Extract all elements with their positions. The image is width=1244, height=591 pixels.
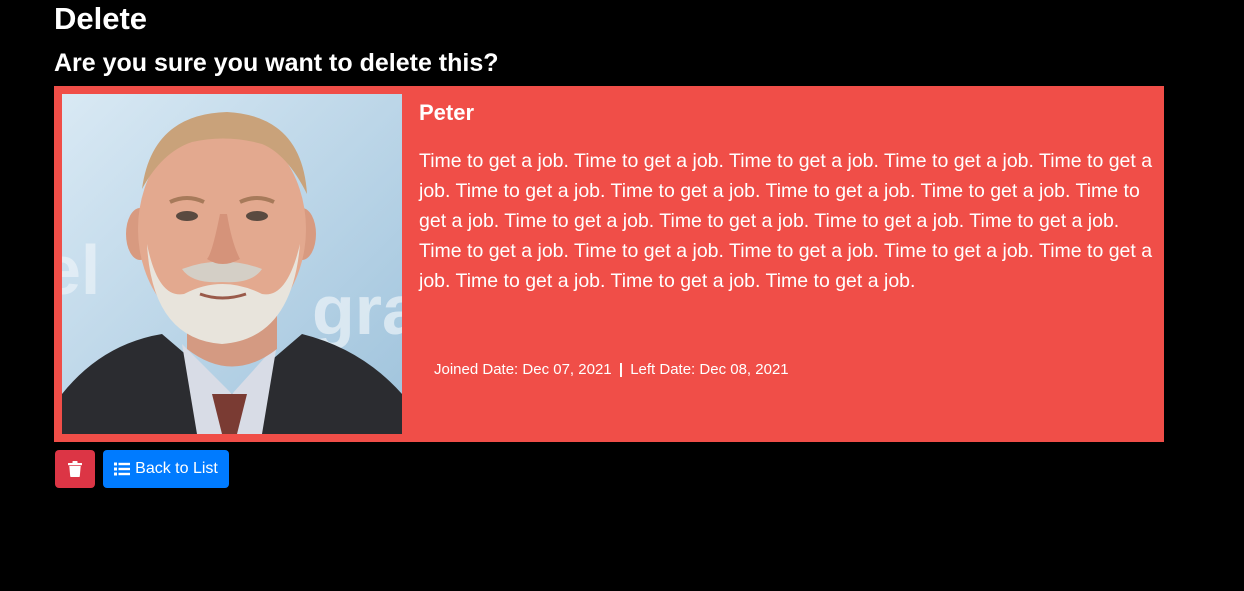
person-photo-image: gra el — [62, 94, 402, 434]
svg-text:gra: gra — [312, 271, 402, 349]
left-date-value: Dec 08, 2021 — [699, 361, 789, 378]
page: Delete Are you sure you want to delete t… — [0, 0, 1244, 591]
person-bio: Time to get a job. Time to get a job. Ti… — [419, 150, 1153, 292]
person-details: Peter Time to get a job. Time to get a j… — [419, 98, 1154, 296]
back-to-list-button[interactable]: Back to List — [103, 450, 229, 488]
joined-date-value: Dec 07, 2021 — [522, 361, 612, 378]
date-separator: | — [618, 361, 624, 378]
page-subtitle: Are you sure you want to delete this? — [54, 49, 499, 77]
date-info: Joined Date: Dec 07, 2021 | Left Date: D… — [434, 360, 789, 380]
person-photo: gra el — [62, 94, 402, 434]
svg-text:el: el — [62, 231, 100, 309]
joined-date-label: Joined Date: — [434, 361, 519, 378]
back-to-list-label: Back to List — [135, 460, 218, 477]
delete-button[interactable] — [55, 450, 95, 488]
person-name: Peter — [419, 100, 475, 125]
trash-icon — [68, 461, 82, 477]
left-date-label: Left Date: — [630, 361, 696, 378]
list-icon — [114, 462, 131, 476]
person-card: gra el — [54, 86, 1164, 442]
page-title: Delete — [54, 1, 148, 36]
